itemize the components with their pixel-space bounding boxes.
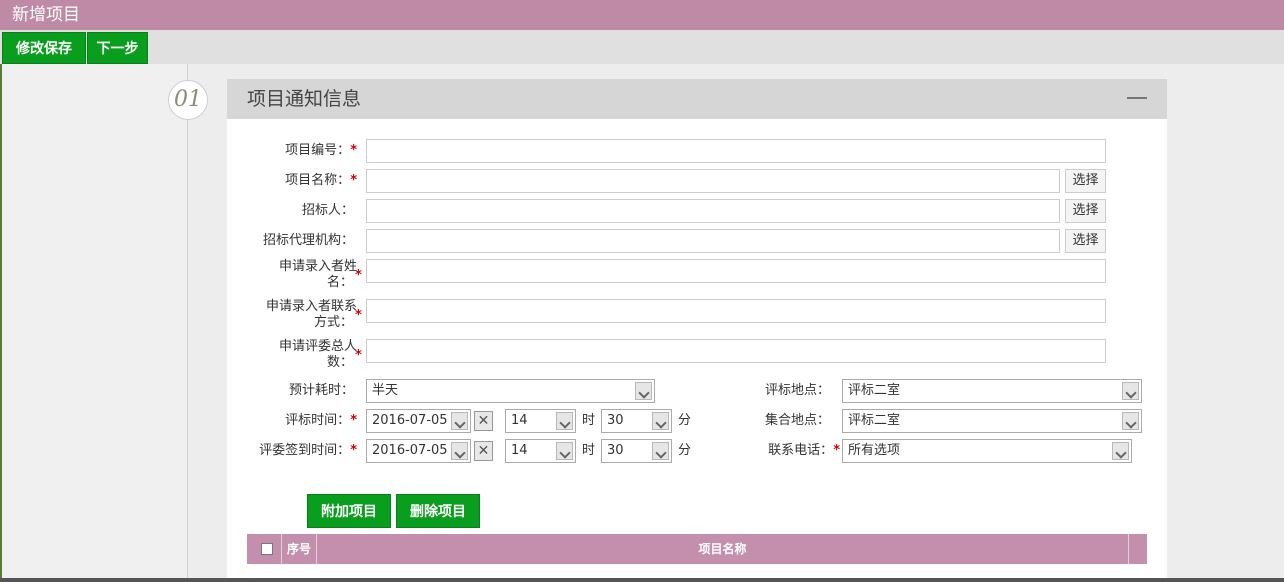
review-minute-select[interactable]: 30 <box>601 409 672 433</box>
applicant-name-label: 申请录入者姓 名： <box>247 259 357 291</box>
chevron-down-icon[interactable] <box>1122 382 1139 400</box>
checkin-time-label: 评委签到时间：* <box>259 443 357 458</box>
chevron-down-icon[interactable] <box>652 442 669 460</box>
review-minute-value: 30 <box>607 413 624 428</box>
project-name-pick-button[interactable]: 选择 <box>1065 169 1106 193</box>
checkin-date-select[interactable]: 2016-07-05 <box>366 439 471 463</box>
step-number: 01 <box>168 80 208 120</box>
bottom-border <box>0 578 1284 582</box>
review-date-select[interactable]: 2016-07-05 <box>366 409 471 433</box>
checkin-hour-value: 14 <box>511 443 528 458</box>
chevron-down-icon[interactable] <box>635 382 652 400</box>
window-title: 新增项目 <box>0 0 1284 30</box>
next-step-button[interactable]: 下一步 <box>87 32 148 64</box>
tenderer-label: 招标人： <box>301 203 354 218</box>
project-code-input[interactable] <box>366 139 1106 163</box>
hour-unit: 时 <box>582 413 596 428</box>
select-all-checkbox[interactable] <box>261 543 273 555</box>
toolbar: 修改保存 下一步 <box>0 30 1284 64</box>
agency-pick-button[interactable]: 选择 <box>1065 229 1106 253</box>
tenderer-input[interactable] <box>366 199 1060 223</box>
chevron-down-icon[interactable] <box>1112 442 1129 460</box>
panel-title: 项目通知信息 <box>247 88 362 110</box>
column-header-index: 序号 <box>282 534 317 564</box>
select-all-cell <box>247 534 282 564</box>
minute-unit: 分 <box>678 413 692 428</box>
chevron-down-icon[interactable] <box>451 442 468 460</box>
review-hour-select[interactable]: 14 <box>505 409 576 433</box>
project-table-header: 序号 项目名称 <box>247 534 1147 564</box>
gather-place-value: 评标二室 <box>848 413 901 428</box>
panel-header: 项目通知信息 <box>227 79 1167 119</box>
column-header-project-name: 项目名称 <box>317 534 1129 564</box>
chevron-down-icon[interactable] <box>451 412 468 430</box>
applicant-contact-required-mark: * <box>355 308 362 323</box>
review-date-value: 2016-07-05 <box>372 413 448 428</box>
venue-value: 评标二室 <box>848 383 901 398</box>
reviewer-count-input[interactable] <box>366 339 1106 363</box>
left-edge-divider <box>0 64 2 582</box>
venue-select[interactable]: 评标二室 <box>842 379 1142 403</box>
chevron-down-icon[interactable] <box>556 412 573 430</box>
applicant-contact-label-line1: 申请录入者联系 <box>265 299 357 314</box>
minute-unit: 分 <box>678 443 692 458</box>
clear-icon[interactable]: ✕ <box>474 441 493 461</box>
checkin-hour-select[interactable]: 14 <box>505 439 576 463</box>
agency-label: 招标代理机构： <box>262 233 354 248</box>
checkin-date-value: 2016-07-05 <box>372 443 448 458</box>
gather-place-label: 集合地点： <box>764 413 830 428</box>
applicant-name-label-line2: 名： <box>326 275 353 290</box>
duration-value: 半天 <box>372 383 399 398</box>
duration-label: 预计耗时： <box>288 383 354 398</box>
venue-label: 评标地点： <box>764 383 830 398</box>
project-name-input[interactable] <box>366 169 1060 193</box>
reviewer-count-required-mark: * <box>355 348 362 363</box>
agency-input[interactable] <box>366 229 1060 253</box>
duration-select[interactable]: 半天 <box>366 379 655 403</box>
review-hour-value: 14 <box>511 413 528 428</box>
applicant-contact-label: 申请录入者联系 方式： <box>247 299 357 331</box>
reviewer-count-label-line2: 数： <box>326 355 353 370</box>
save-button[interactable]: 修改保存 <box>2 32 86 64</box>
gather-place-select[interactable]: 评标二室 <box>842 409 1142 433</box>
checkin-minute-select[interactable]: 30 <box>601 439 672 463</box>
applicant-name-required-mark: * <box>355 268 362 283</box>
collapse-icon[interactable] <box>1127 97 1147 99</box>
checkin-minute-value: 30 <box>607 443 624 458</box>
review-time-label: 评标时间：* <box>285 413 357 428</box>
tenderer-pick-button[interactable]: 选择 <box>1065 199 1106 223</box>
applicant-name-label-line1: 申请录入者姓 <box>278 259 357 274</box>
applicant-name-input[interactable] <box>366 259 1106 283</box>
reviewer-count-label: 申请评委总人 数： <box>247 339 357 371</box>
left-pane <box>0 64 188 582</box>
applicant-contact-label-line2: 方式： <box>313 315 353 330</box>
clear-icon[interactable]: ✕ <box>474 411 493 431</box>
project-name-label: 项目名称：* <box>285 173 357 188</box>
phone-value: 所有选项 <box>848 443 901 458</box>
project-code-label: 项目编号：* <box>285 143 357 158</box>
chevron-down-icon[interactable] <box>556 442 573 460</box>
add-project-button[interactable]: 附加项目 <box>307 494 391 528</box>
reviewer-count-label-line1: 申请评委总人 <box>278 339 357 354</box>
applicant-contact-input[interactable] <box>366 299 1106 323</box>
chevron-down-icon[interactable] <box>1122 412 1139 430</box>
phone-select[interactable]: 所有选项 <box>842 439 1132 463</box>
phone-label: 联系电话：* <box>768 443 840 458</box>
delete-project-button[interactable]: 删除项目 <box>396 494 480 528</box>
chevron-down-icon[interactable] <box>652 412 669 430</box>
hour-unit: 时 <box>582 443 596 458</box>
